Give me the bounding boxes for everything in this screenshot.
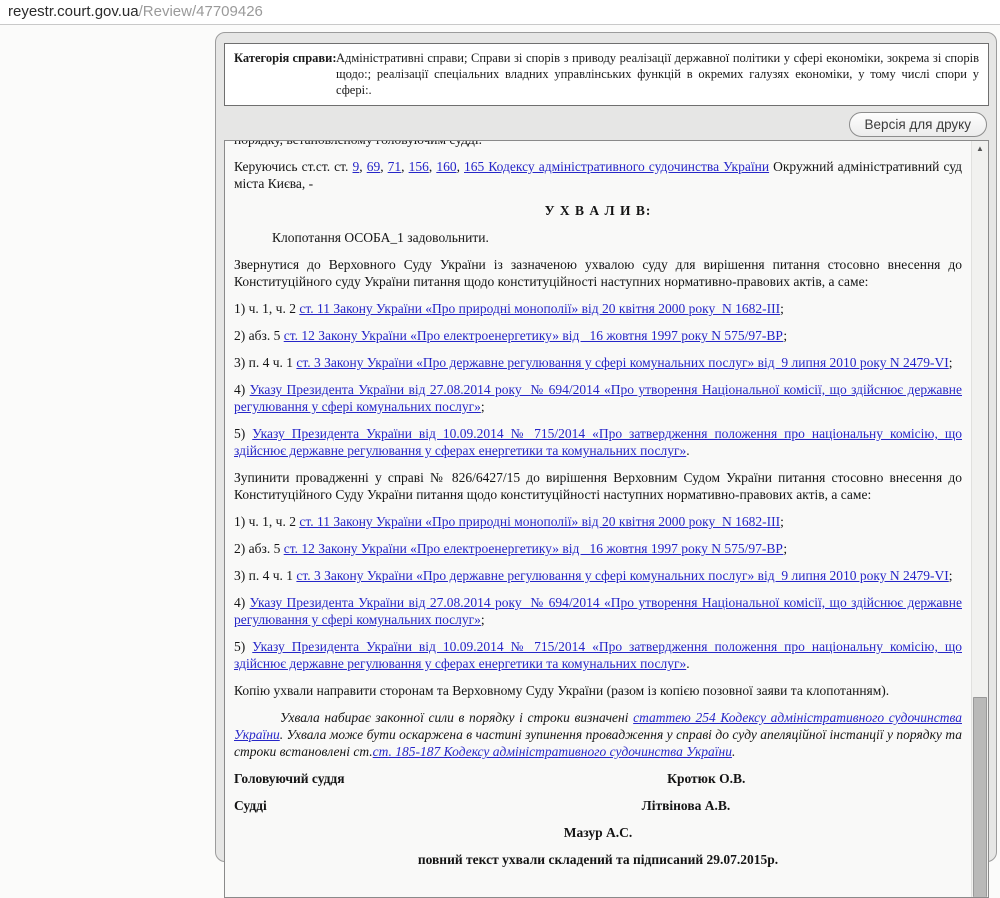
full-text-date-note: повний текст ухвали складений та підписа…: [234, 851, 962, 868]
document-content: порядку, встановленому головуючим судді.…: [234, 141, 962, 868]
text-run: 4): [234, 382, 250, 397]
category-text: Адміністративні справи; Справи зі спорів…: [336, 51, 979, 97]
text-run: 3) п. 4 ч. 1: [234, 568, 297, 583]
law-link[interactable]: Указу Президента України від 10.09.2014 …: [234, 639, 962, 671]
list-item-5: 5) Указу Президента України від 10.09.20…: [234, 425, 962, 459]
law-link[interactable]: ст. 11 Закону України «Про природні моно…: [299, 514, 780, 529]
law-link[interactable]: Указу Президента України від 10.09.2014 …: [234, 426, 962, 458]
text-run: 2) абз. 5: [234, 541, 284, 556]
text-run: ,: [401, 159, 409, 174]
law-link[interactable]: ст. 11 Закону України «Про природні моно…: [299, 301, 780, 316]
law-link[interactable]: ст. 3 Закону України «Про державне регул…: [296, 355, 948, 370]
category-label: Категорія справи:: [234, 51, 337, 65]
law-link[interactable]: Указу Президента України від 27.08.2014 …: [234, 382, 962, 414]
list-item-3-repeat: 3) п. 4 ч. 1 ст. 3 Закону України «Про д…: [234, 567, 962, 584]
text-run: 1) ч. 1, ч. 2: [234, 514, 300, 529]
law-link[interactable]: 71: [388, 159, 402, 174]
scrollbar-thumb[interactable]: [973, 697, 987, 897]
decision-panel: Категорія справи: Адміністративні справи…: [215, 32, 997, 898]
scrollbar[interactable]: ▲: [971, 141, 988, 897]
text-run: 1) ч. 1, ч. 2: [234, 301, 300, 316]
text-run: 5): [234, 639, 253, 654]
paragraph-appeal-supreme-court: Звернутися до Верховного Суду України із…: [234, 256, 962, 290]
url-path: /Review/47709426: [138, 3, 263, 20]
list-item-1-repeat: 1) ч. 1, ч. 2 ст. 11 Закону України «Про…: [234, 513, 962, 530]
text-run: ;: [783, 328, 788, 343]
clipped-line: порядку, встановленому головуючим судді.: [234, 141, 962, 148]
text-run: ;: [948, 568, 953, 583]
text-run: Ухвала набирає законної сили в порядку і…: [280, 710, 634, 725]
paragraph-motion: Клопотання ОСОБА_1 задовольнити.: [234, 229, 962, 246]
text-run: У Х В А Л И В:: [544, 203, 652, 218]
text-run: ;: [480, 612, 485, 627]
url-domain: reyestr.court.gov.ua: [8, 3, 139, 20]
text-run: 4): [234, 595, 250, 610]
ruling-heading: У Х В А Л И В:: [234, 202, 962, 219]
document-area: порядку, встановленому головуючим судді.…: [224, 140, 989, 898]
scrollbar-up-icon[interactable]: ▲: [972, 141, 988, 156]
list-item-4: 4) Указу Президента України від 27.08.20…: [234, 381, 962, 415]
signature-presiding-judge: Головуючий суддя Кротюк О.В.: [234, 770, 962, 787]
signature-judge-name: Кротюк О.В.: [667, 771, 746, 786]
text-run: ;: [780, 514, 784, 529]
text-run: ,: [359, 159, 367, 174]
law-link[interactable]: ст. 185-187 Кодексу адміністративного су…: [373, 744, 732, 759]
text-run: порядку, встановленому головуючим судді.: [234, 141, 482, 147]
law-link[interactable]: ст. 12 Закону України «Про електроенерге…: [284, 541, 784, 556]
list-item-3: 3) п. 4 ч. 1 ст. 3 Закону України «Про д…: [234, 354, 962, 371]
text-run: ;: [780, 301, 784, 316]
paragraph-suspend-proceedings: Зупинити провадженні у справі № 826/6427…: [234, 469, 962, 503]
text-run: Мазур А.С.: [563, 825, 633, 840]
paragraph-copy-delivery: Копію ухвали направити сторонам та Верхо…: [234, 682, 962, 699]
signature-judges: Судді Літвінова А.В.: [234, 797, 962, 814]
text-run: ,: [380, 159, 388, 174]
paragraph-legal-basis: Керуючись ст.ст. ст. 9, 69, 71, 156, 160…: [234, 158, 962, 192]
list-item-5-repeat: 5) Указу Президента України від 10.09.20…: [234, 638, 962, 672]
text-run: 5): [234, 426, 253, 441]
law-link[interactable]: ст. 12 Закону України «Про електроенерге…: [284, 328, 784, 343]
signature-role-label: Судді: [234, 798, 267, 813]
law-link[interactable]: ст. 3 Закону України «Про державне регул…: [296, 568, 948, 583]
text-run: ,: [456, 159, 465, 174]
text-run: ;: [783, 541, 788, 556]
law-link[interactable]: 160: [436, 159, 456, 174]
list-item-4-repeat: 4) Указу Президента України від 27.08.20…: [234, 594, 962, 628]
text-run: .: [686, 443, 690, 458]
clipped-text: порядку, встановленому головуючим судді.: [234, 141, 962, 148]
text-run: ;: [480, 399, 485, 414]
law-link[interactable]: 156: [409, 159, 429, 174]
signature-judge-name: Літвінова А.В.: [641, 798, 731, 813]
text-run: Звернутися до Верховного Суду України із…: [234, 257, 962, 289]
print-version-button[interactable]: Версія для друку: [848, 112, 987, 137]
toolbar-row: Версія для друку: [224, 106, 989, 140]
list-item-2-repeat: 2) абз. 5 ст. 12 Закону України «Про еле…: [234, 540, 962, 557]
list-item-1: 1) ч. 1, ч. 2 ст. 11 Закону України «Про…: [234, 300, 962, 317]
text-run: 2) абз. 5: [234, 328, 284, 343]
text-run: Клопотання ОСОБА_1 задовольнити.: [272, 230, 489, 245]
url-bar[interactable]: reyestr.court.gov.ua/Review/47709426: [0, 0, 1000, 25]
paragraph-legal-force: Ухвала набирає законної сили в порядку і…: [234, 709, 962, 760]
law-link[interactable]: 165 Кодексу адміністративного судочинств…: [464, 159, 769, 174]
signature-judge-mazur: Мазур А.С.: [234, 824, 962, 841]
text-run: Копію ухвали направити сторонам та Верхо…: [234, 683, 890, 698]
text-run: Зупинити провадженні у справі № 826/6427…: [234, 470, 962, 502]
text-run: 3) п. 4 ч. 1: [234, 355, 297, 370]
law-link[interactable]: Указу Президента України від 27.08.2014 …: [234, 595, 962, 627]
text-run: ;: [948, 355, 953, 370]
text-run: .: [731, 744, 736, 759]
list-item-2: 2) абз. 5 ст. 12 Закону України «Про еле…: [234, 327, 962, 344]
law-link[interactable]: 69: [367, 159, 381, 174]
text-run: Керуючись ст.ст. ст.: [234, 159, 353, 174]
text-run: повний текст ухвали складений та підписа…: [417, 852, 779, 867]
text-run: .: [686, 656, 690, 671]
category-box: Категорія справи: Адміністративні справи…: [224, 43, 989, 106]
signature-role-label: Головуючий суддя: [234, 771, 345, 786]
